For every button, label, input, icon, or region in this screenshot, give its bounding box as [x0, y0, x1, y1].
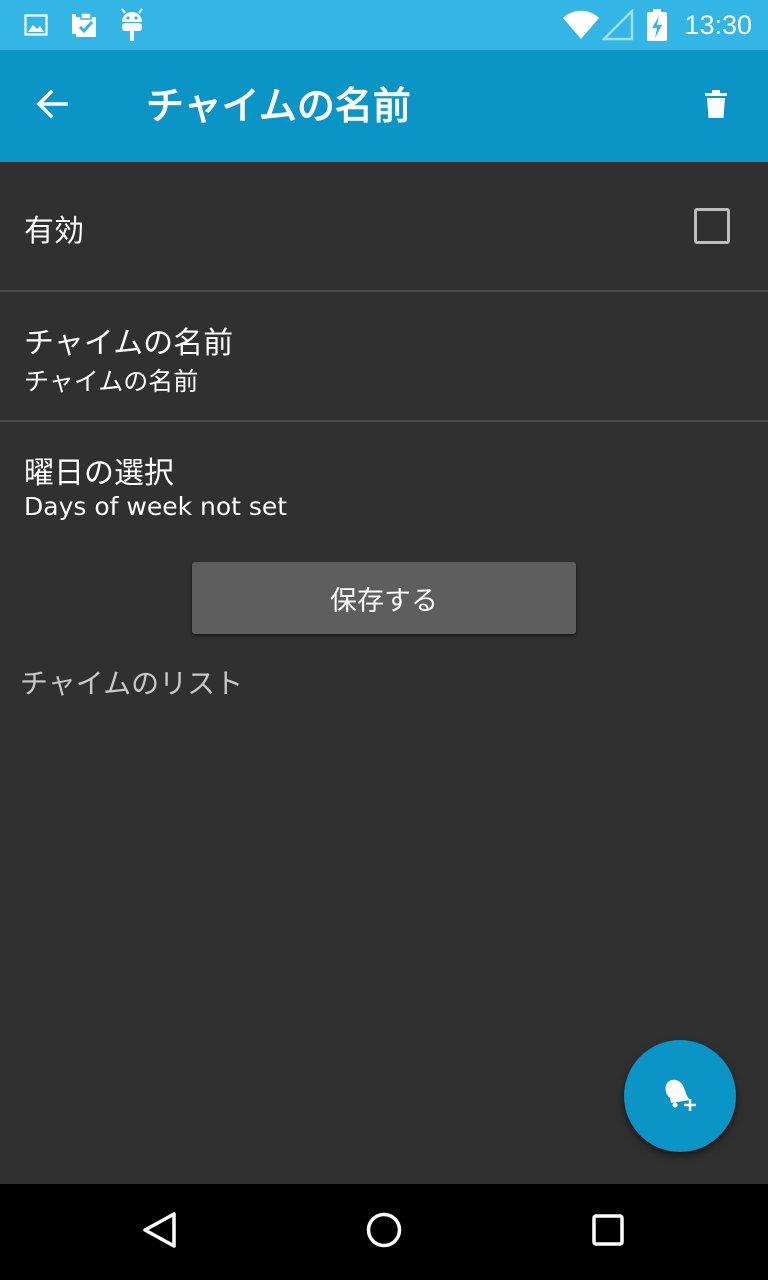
pref-enabled[interactable]: 有効 — [0, 162, 768, 290]
android-icon — [118, 0, 146, 50]
add-chime-fab[interactable] — [624, 1040, 736, 1152]
app-bar: チャイムの名前 — [0, 50, 768, 162]
page-title: チャイムの名前 — [146, 84, 411, 128]
clipboard-check-icon — [70, 0, 100, 50]
pref-days-title: 曜日の選択 — [24, 456, 174, 491]
pref-days-summary: Days of week not set — [24, 492, 288, 521]
nav-home-button[interactable] — [344, 1192, 424, 1272]
home-circle-icon — [364, 1210, 404, 1254]
chime-list-header: チャイムのリスト — [20, 667, 244, 700]
pref-chime-name[interactable]: チャイムの名前 チャイムの名前 — [0, 292, 768, 420]
trash-icon — [704, 89, 728, 123]
save-button[interactable]: 保存する — [192, 562, 576, 634]
nav-recents-button[interactable] — [568, 1192, 648, 1272]
screen: 13:30 チャイムの名前 有効 チャイムの名前 チャイムの名前 曜日の選択 D… — [0, 0, 768, 1280]
pref-name-summary: チャイムの名前 — [24, 367, 199, 396]
status-time: 13:30 — [684, 10, 752, 40]
arrow-back-icon — [34, 86, 70, 126]
pref-name-title: チャイムの名前 — [24, 326, 234, 361]
pref-enabled-title: 有効 — [24, 214, 84, 249]
battery-charging-icon — [646, 0, 668, 50]
nav-back-button[interactable] — [120, 1192, 200, 1272]
enabled-checkbox[interactable] — [694, 208, 730, 244]
wifi-icon — [562, 0, 600, 50]
bell-add-icon — [660, 1074, 700, 1118]
signal-icon — [602, 0, 634, 50]
delete-button[interactable] — [688, 78, 744, 134]
image-icon — [24, 0, 48, 50]
back-triangle-icon — [140, 1210, 180, 1254]
recents-square-icon — [588, 1210, 628, 1254]
back-button[interactable] — [24, 78, 80, 134]
status-bar: 13:30 — [0, 0, 768, 50]
pref-days-of-week[interactable]: 曜日の選択 Days of week not set — [0, 422, 768, 550]
navigation-bar — [0, 1184, 768, 1280]
